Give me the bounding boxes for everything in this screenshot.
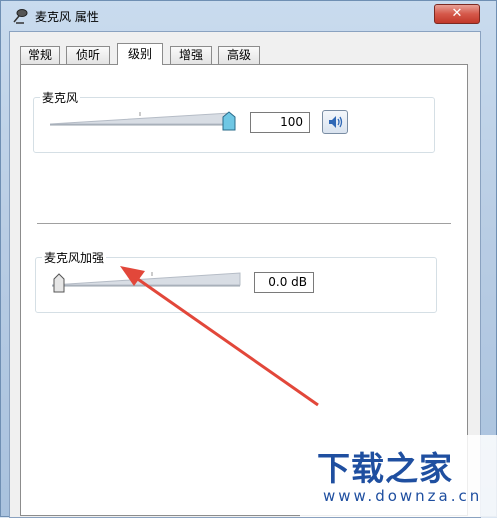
microphone-icon — [11, 7, 29, 25]
tab-enhancements[interactable]: 增强 — [170, 46, 212, 64]
mute-button[interactable] — [322, 110, 348, 134]
microphone-boost-input[interactable]: 0.0 dB — [254, 272, 314, 293]
tab-levels[interactable]: 级别 — [117, 43, 163, 65]
title-bar[interactable]: 麦克风 属性 ✕ — [1, 1, 496, 31]
microphone-level-input[interactable]: 100 — [250, 112, 310, 133]
microphone-slider[interactable] — [50, 108, 236, 134]
tab-general[interactable]: 常规 — [20, 46, 60, 64]
watermark-logo: 下载之家 — [317, 449, 453, 488]
microphone-boost-slider[interactable] — [52, 268, 242, 296]
watermark-url: www.downza.cn — [323, 487, 483, 505]
tab-advanced[interactable]: 高级 — [218, 46, 260, 64]
section-divider — [37, 223, 451, 224]
microphone-boost-slider-thumb[interactable] — [53, 273, 65, 293]
microphone-group: 麦克风 100 — [33, 89, 435, 153]
microphone-boost-group: 麦克风加强 0.0 dB — [35, 249, 437, 313]
close-button[interactable]: ✕ — [434, 4, 480, 24]
speaker-icon — [323, 116, 347, 136]
microphone-label: 麦克风 — [40, 89, 81, 106]
microphone-boost-label: 麦克风加强 — [42, 249, 107, 266]
window-title: 麦克风 属性 — [35, 10, 99, 24]
tab-listen[interactable]: 侦听 — [66, 46, 110, 64]
